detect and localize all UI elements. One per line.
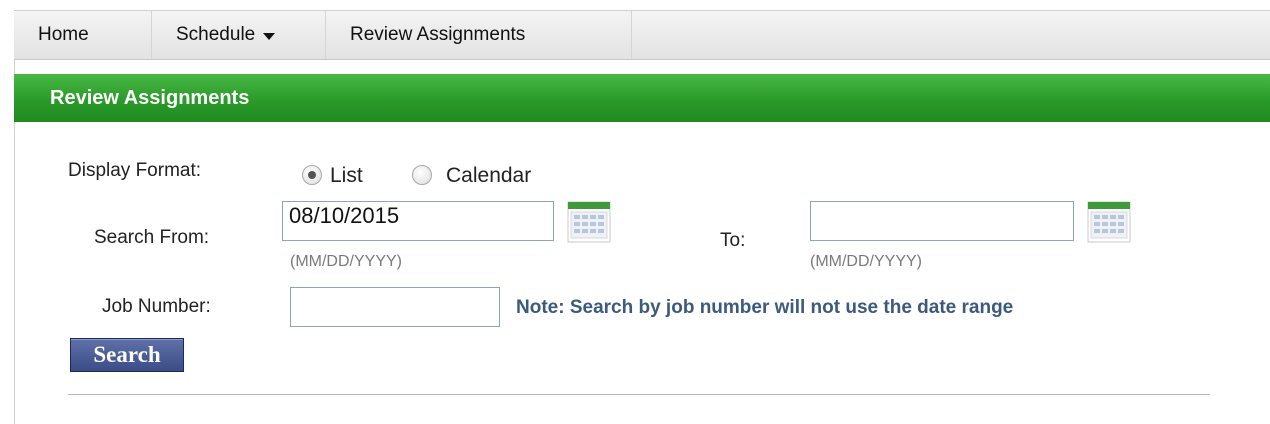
nav-schedule[interactable]: Schedule (152, 11, 326, 59)
calendar-icon[interactable] (566, 200, 612, 244)
page-title: Review Assignments (50, 86, 250, 109)
nav-review-label: Review Assignments (350, 24, 526, 45)
search-button[interactable]: Search (70, 338, 184, 372)
job-number-input[interactable] (290, 287, 500, 327)
calendar-icon[interactable] (1086, 200, 1132, 244)
display-format-label: Display Format: (68, 160, 202, 181)
nav-review-assignments[interactable]: Review Assignments (326, 11, 632, 59)
radio-list[interactable] (302, 165, 322, 185)
page-title-banner: Review Assignments (14, 74, 1270, 122)
job-number-label: Job Number: (102, 296, 211, 317)
search-to-input[interactable] (810, 201, 1074, 241)
search-from-label: Search From: (94, 227, 210, 248)
nav-schedule-label: Schedule (176, 24, 256, 45)
nav-home[interactable]: Home (14, 11, 152, 59)
to-date-hint: (MM/DD/YYYY) (810, 253, 922, 270)
search-button-label: Search (93, 342, 161, 367)
top-nav: Home Schedule Review Assignments (14, 10, 1270, 60)
radio-selected-dot (308, 171, 316, 179)
divider (68, 394, 1210, 395)
search-from-input[interactable] (282, 201, 554, 241)
radio-list-label: List (330, 164, 363, 187)
job-number-note: Note: Search by job number will not use … (516, 297, 1014, 318)
caret-down-icon (263, 33, 276, 40)
radio-calendar[interactable] (412, 165, 432, 185)
from-date-hint: (MM/DD/YYYY) (290, 253, 402, 270)
to-label: To: (720, 230, 746, 251)
nav-home-label: Home (38, 24, 89, 45)
radio-calendar-label: Calendar (446, 164, 532, 187)
